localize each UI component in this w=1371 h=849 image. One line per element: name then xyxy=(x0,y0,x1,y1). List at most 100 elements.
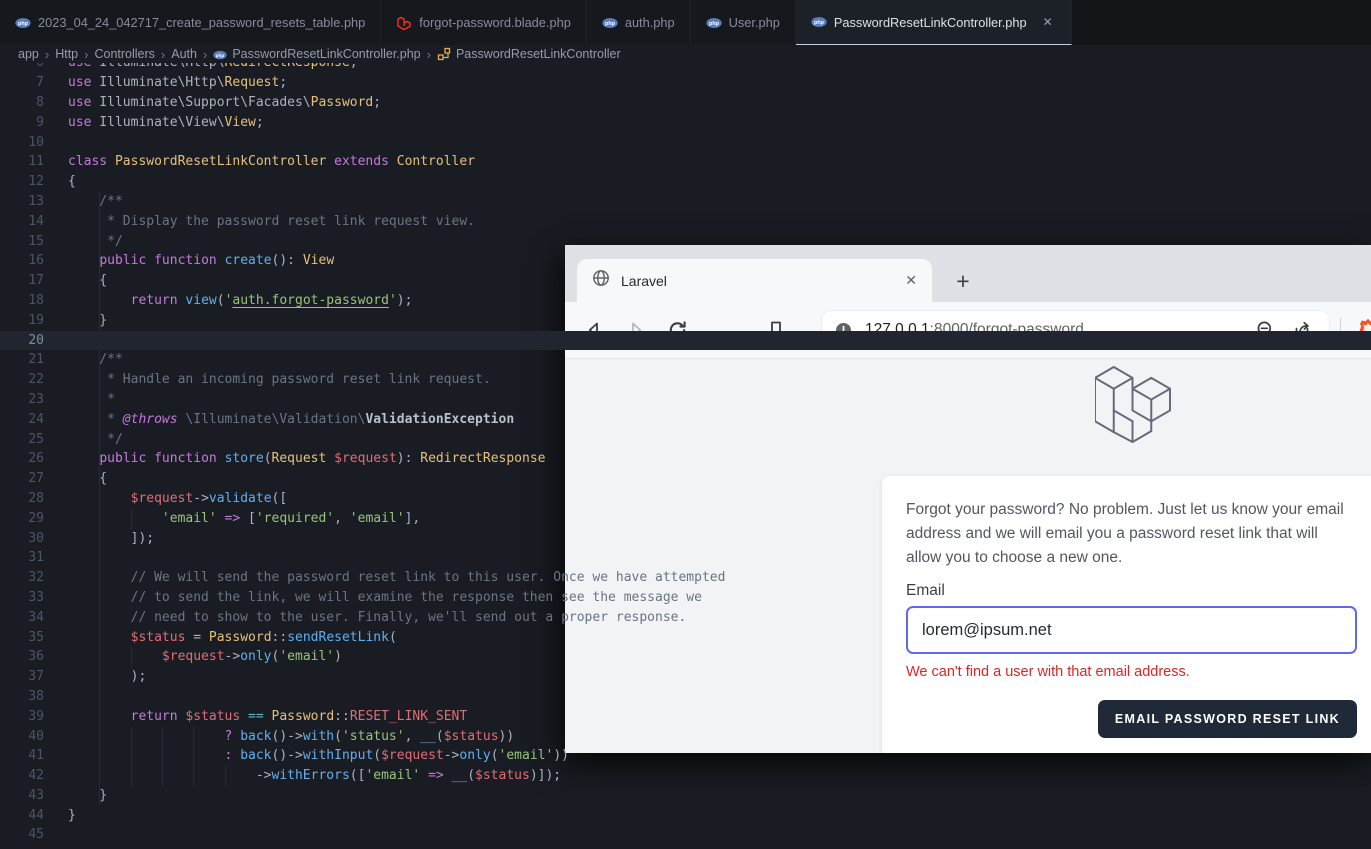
code-text: { xyxy=(68,271,107,291)
code-text: use Illuminate\View\View; xyxy=(68,113,264,133)
code-content: 6use Illuminate\Http\RedirectResponse;7u… xyxy=(0,63,1371,845)
code-text: $request->validate([ xyxy=(68,489,287,509)
line-number: 35 xyxy=(0,628,68,648)
line-number: 32 xyxy=(0,568,68,588)
code-text: * Handle an incoming password reset link… xyxy=(68,370,491,390)
php-icon: php xyxy=(811,14,827,30)
code-line: 18 return view('auth.forgot-password'); xyxy=(0,291,1371,311)
breadcrumb-item[interactable]: php PasswordResetLinkController.php xyxy=(213,47,420,61)
breadcrumb-item[interactable]: app xyxy=(18,47,39,61)
code-line: 17 { xyxy=(0,271,1371,291)
editor-tab-bar: php2023_04_24_042717_create_password_res… xyxy=(0,0,1371,45)
line-number: 16 xyxy=(0,251,68,271)
code-text: public function store(Request $request):… xyxy=(68,449,546,469)
code-line: 42 ->withErrors(['email' => __($status)]… xyxy=(0,766,1371,786)
svg-text:php: php xyxy=(18,21,29,27)
close-tab-icon[interactable]: ✕ xyxy=(1040,14,1056,30)
php-icon: php xyxy=(15,15,31,31)
line-number: 17 xyxy=(0,271,68,291)
line-number: 44 xyxy=(0,806,68,826)
code-text: ->withErrors(['email' => __($status)]); xyxy=(68,766,561,786)
svg-text:php: php xyxy=(814,20,825,26)
editor-tab[interactable]: forgot-password.blade.php xyxy=(381,0,587,45)
code-text: // need to show to the user. Finally, we… xyxy=(68,608,686,628)
code-line: 37 ); xyxy=(0,667,1371,687)
line-number: 42 xyxy=(0,766,68,786)
line-number: 14 xyxy=(0,212,68,232)
code-line: 38 xyxy=(0,687,1371,707)
line-number: 23 xyxy=(0,390,68,410)
breadcrumb-item[interactable]: Http xyxy=(55,47,78,61)
line-number: 24 xyxy=(0,410,68,430)
code-line: 43 } xyxy=(0,786,1371,806)
code-line: 44} xyxy=(0,806,1371,826)
symbol-class-icon xyxy=(437,47,451,61)
code-line: 14 * Display the password reset link req… xyxy=(0,212,1371,232)
code-line: 7use Illuminate\Http\Request; xyxy=(0,73,1371,93)
line-number: 7 xyxy=(0,73,68,93)
code-text: * @throws \Illuminate\Validation\Validat… xyxy=(68,410,514,430)
code-text: /** xyxy=(68,350,123,370)
code-text: $status = Password::sendResetLink( xyxy=(68,628,397,648)
line-number: 29 xyxy=(0,509,68,529)
breadcrumb-item[interactable]: Auth xyxy=(171,47,197,61)
code-editor[interactable]: 6use Illuminate\Http\RedirectResponse;7u… xyxy=(0,63,1371,849)
chevron-right-icon: › xyxy=(427,47,431,62)
code-line: 16 public function create(): View xyxy=(0,251,1371,271)
php-icon: php xyxy=(213,47,227,61)
chevron-right-icon: › xyxy=(84,47,88,62)
editor-tab[interactable]: php User.php xyxy=(691,0,796,45)
line-number: 38 xyxy=(0,687,68,707)
screen: php2023_04_24_042717_create_password_res… xyxy=(0,0,1371,849)
code-line: 21 /** xyxy=(0,350,1371,370)
line-number: 18 xyxy=(0,291,68,311)
code-text: return view('auth.forgot-password'); xyxy=(68,291,412,311)
code-line: 40 ? back()->with('status', __($status)) xyxy=(0,727,1371,747)
code-text: * Display the password reset link reques… xyxy=(68,212,475,232)
code-line: 31 xyxy=(0,548,1371,568)
code-line: 19 } xyxy=(0,311,1371,331)
line-number: 25 xyxy=(0,430,68,450)
breadcrumb-item[interactable]: PasswordResetLinkController xyxy=(437,47,621,61)
tab-label: User.php xyxy=(729,15,780,30)
editor-tab[interactable]: phpPasswordResetLinkController.php✕ xyxy=(796,0,1072,45)
editor-tab[interactable]: php2023_04_24_042717_create_password_res… xyxy=(0,0,381,45)
svg-text:php: php xyxy=(216,53,225,59)
code-line: 29 'email' => ['required', 'email'], xyxy=(0,509,1371,529)
breadcrumb-label: PasswordResetLinkController.php xyxy=(232,47,420,61)
breadcrumb-label: PasswordResetLinkController xyxy=(456,47,621,61)
code-line: 15 */ xyxy=(0,232,1371,252)
line-number: 33 xyxy=(0,588,68,608)
vscode-window: php2023_04_24_042717_create_password_res… xyxy=(0,0,1371,849)
code-line: 25 */ xyxy=(0,430,1371,450)
line-number: 6 xyxy=(0,63,68,73)
line-number: 11 xyxy=(0,152,68,172)
tab-label: auth.php xyxy=(625,15,675,30)
line-number: 34 xyxy=(0,608,68,628)
php-icon: php xyxy=(602,15,618,31)
breadcrumb-label: Http xyxy=(55,47,78,61)
code-text: ]); xyxy=(68,529,154,549)
code-text: ? back()->with('status', __($status)) xyxy=(68,727,514,747)
code-text: /** xyxy=(68,192,123,212)
breadcrumb-item[interactable]: Controllers xyxy=(94,47,154,61)
code-text: { xyxy=(68,469,107,489)
code-line: 45 xyxy=(0,825,1371,845)
code-line: 20 xyxy=(0,331,1371,351)
code-line: 13 /** xyxy=(0,192,1371,212)
editor-tab[interactable]: php auth.php xyxy=(587,0,691,45)
code-line: 22 * Handle an incoming password reset l… xyxy=(0,370,1371,390)
line-number: 26 xyxy=(0,449,68,469)
code-text: } xyxy=(68,806,76,826)
chevron-right-icon: › xyxy=(161,47,165,62)
code-text: ); xyxy=(68,667,146,687)
code-line: 32 // We will send the password reset li… xyxy=(0,568,1371,588)
code-text: // to send the link, we will examine the… xyxy=(68,588,702,608)
code-line: 23 * xyxy=(0,390,1371,410)
code-line: 33 // to send the link, we will examine … xyxy=(0,588,1371,608)
line-number: 27 xyxy=(0,469,68,489)
line-number: 20 xyxy=(0,331,68,351)
code-line: 34 // need to show to the user. Finally,… xyxy=(0,608,1371,628)
code-text: use Illuminate\Http\RedirectResponse; xyxy=(68,63,358,73)
svg-text:php: php xyxy=(709,21,720,27)
